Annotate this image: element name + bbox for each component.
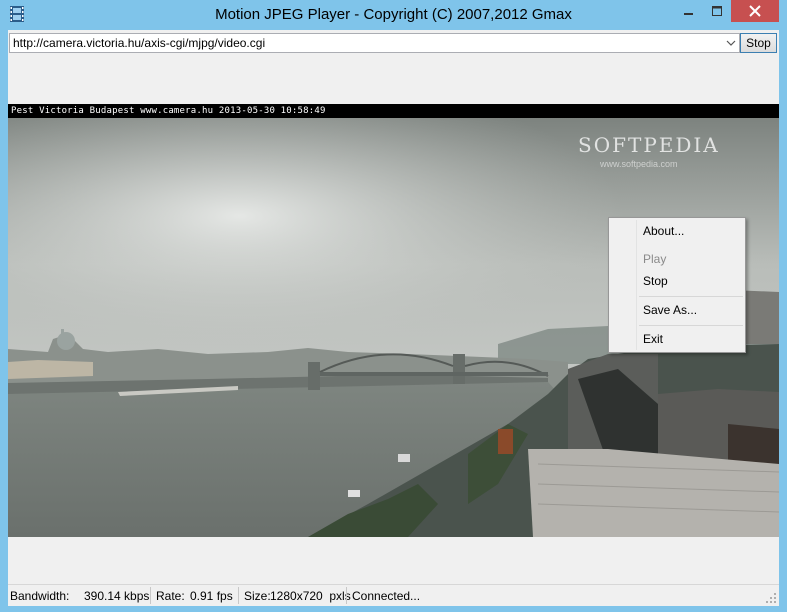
menu-item-exit[interactable]: Exit	[610, 328, 744, 350]
watermark-url: www.softpedia.com	[600, 159, 678, 169]
maximize-icon	[712, 6, 722, 16]
status-divider	[346, 587, 347, 604]
menu-item-play[interactable]: Play	[610, 248, 744, 270]
client-area: Stop	[8, 30, 779, 606]
maximize-button[interactable]	[703, 0, 731, 22]
minimize-icon	[684, 13, 693, 15]
url-combobox[interactable]	[9, 33, 740, 53]
title-bar[interactable]: Motion JPEG Player - Copyright (C) 2007,…	[0, 0, 787, 30]
close-icon	[749, 5, 761, 17]
watermark: SOFTPEDIA	[578, 133, 720, 157]
camera-overlay-text: Pest Victoria Budapest www.camera.hu 201…	[8, 104, 779, 118]
menu-item-stop[interactable]: Stop	[610, 270, 744, 292]
rate-label: Rate:	[156, 589, 185, 603]
url-input[interactable]	[13, 35, 713, 51]
size-label: Size:	[244, 589, 271, 603]
menu-item-save-as[interactable]: Save As...	[610, 299, 744, 321]
status-divider	[150, 587, 151, 604]
menu-separator	[639, 296, 743, 297]
rate-value: 0.91 fps	[190, 589, 233, 603]
stop-button[interactable]: Stop	[740, 33, 777, 53]
dropdown-arrow-icon[interactable]	[725, 38, 737, 48]
app-window: Motion JPEG Player - Copyright (C) 2007,…	[0, 0, 787, 612]
menu-item-about[interactable]: About...	[610, 220, 744, 242]
status-bar: Bandwidth: 390.14 kbps Rate: 0.91 fps Si…	[8, 584, 779, 606]
connection-status: Connected...	[352, 589, 421, 603]
window-title: Motion JPEG Player - Copyright (C) 2007,…	[215, 6, 572, 23]
bandwidth-label: Bandwidth:	[10, 589, 70, 603]
context-menu: About... Play Stop Save As... Exit	[608, 217, 746, 353]
menu-separator	[639, 325, 743, 326]
close-button[interactable]	[731, 0, 779, 22]
resize-grip-icon[interactable]	[765, 592, 777, 604]
video-frame[interactable]: Pest Victoria Budapest www.camera.hu 201…	[8, 104, 779, 537]
bandwidth-value: 390.14 kbps	[84, 589, 150, 603]
status-divider	[238, 587, 239, 604]
size-value: 1280x720 pxls	[270, 589, 351, 603]
minimize-button[interactable]	[675, 0, 703, 22]
